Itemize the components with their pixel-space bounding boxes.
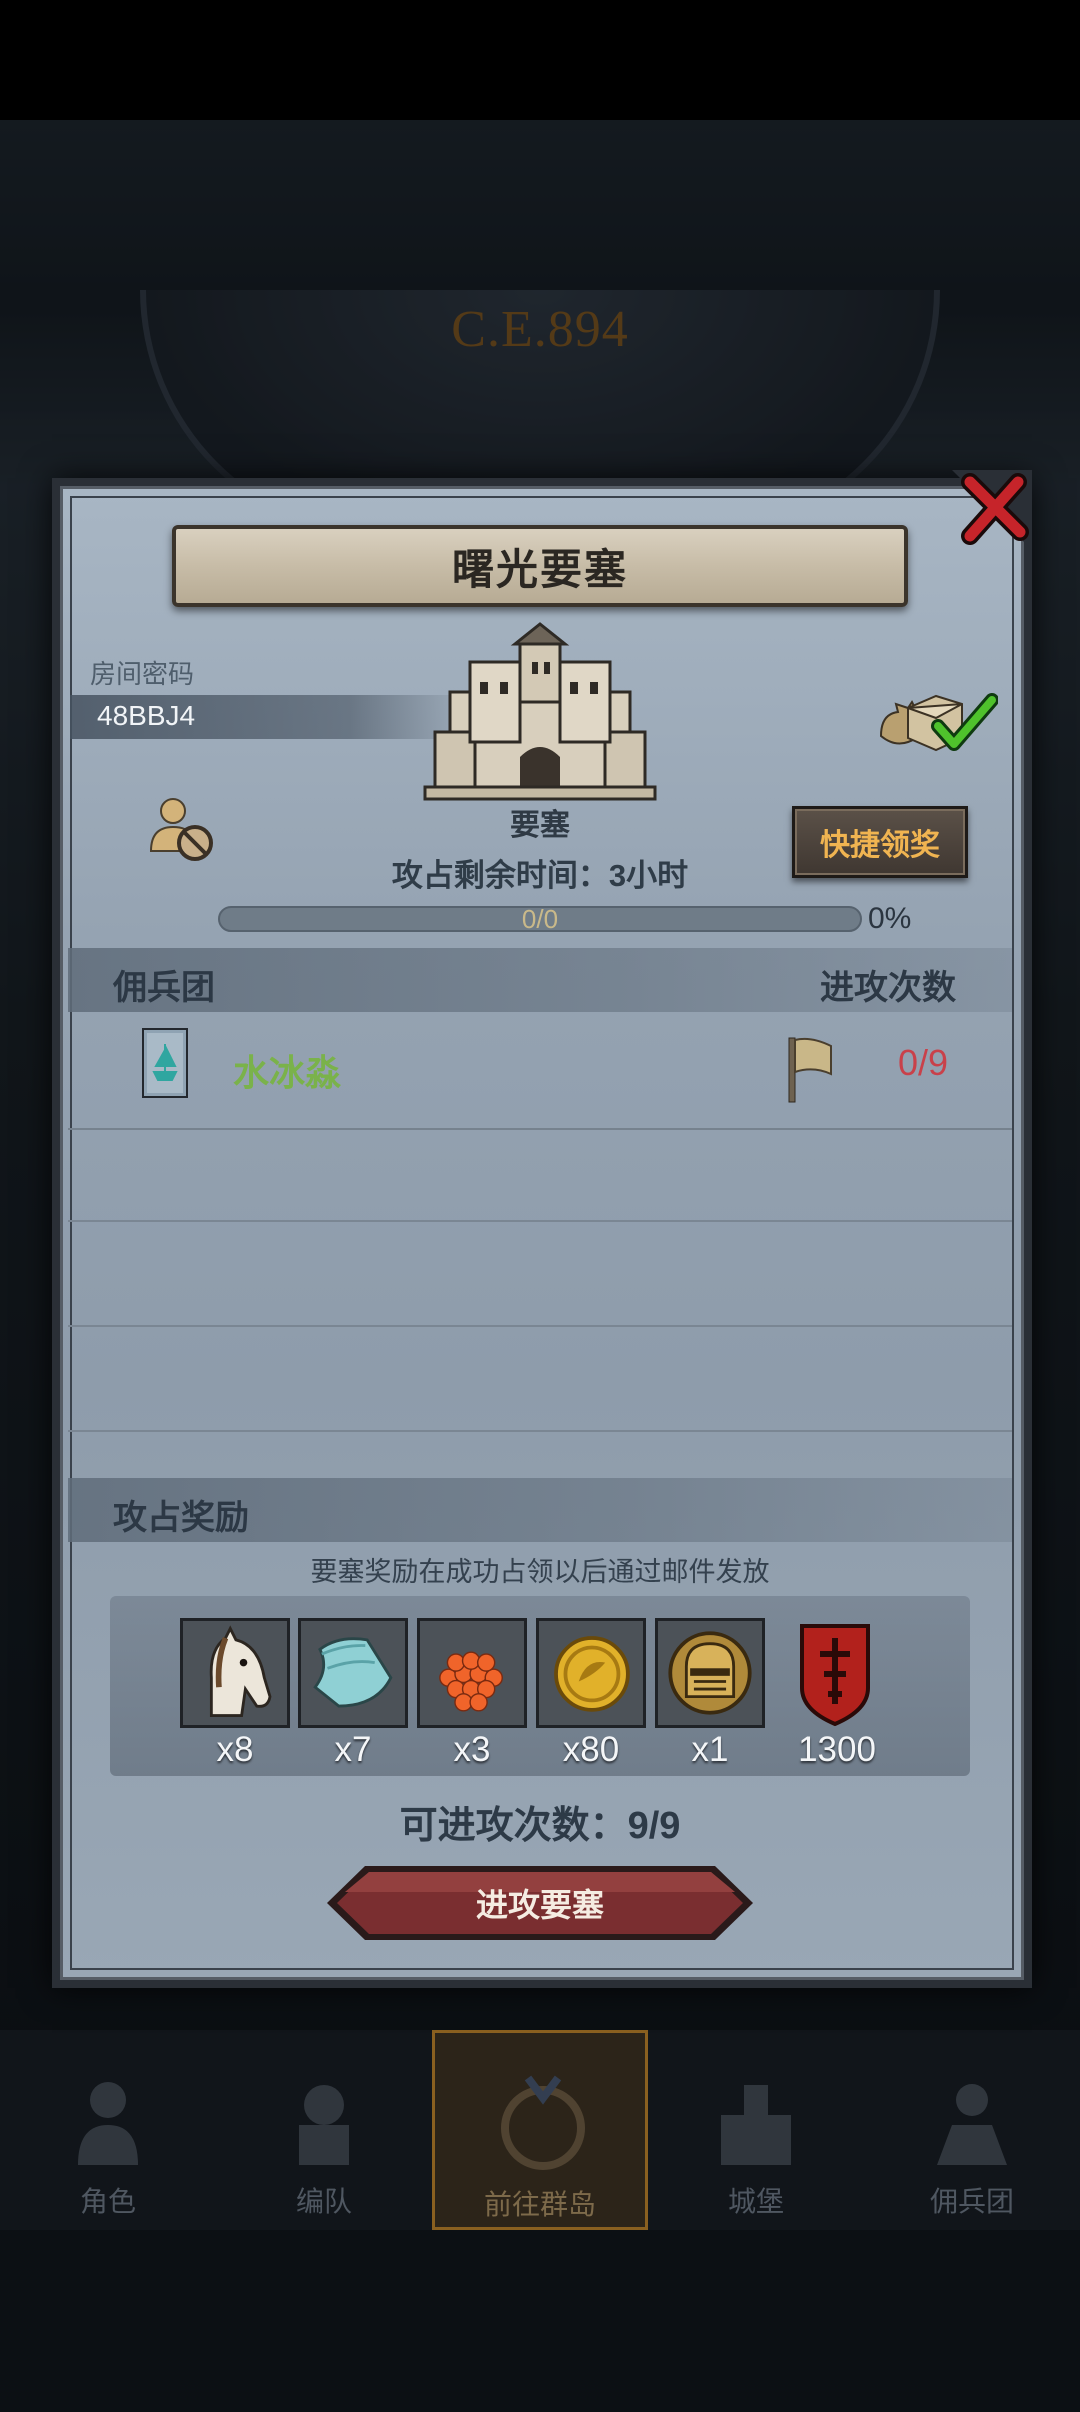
nav-label-mercenary: 佣兵团	[929, 2186, 1014, 2217]
gold-coin-icon[interactable]	[536, 1618, 646, 1728]
status-bar-area	[0, 0, 1080, 120]
occupation-progress-bar: 0/0	[218, 906, 862, 932]
reward-qty: x7	[334, 1730, 372, 1769]
cloth-icon[interactable]	[298, 1618, 408, 1728]
attack-fortress-button[interactable]: 进攻要塞	[325, 1864, 755, 1942]
room-code[interactable]: 48BBJ4	[97, 700, 195, 732]
attack-button-label: 进攻要塞	[475, 1887, 604, 1923]
mercenary-icon	[937, 2084, 1007, 2165]
guild-attack-count: 0/9	[898, 1042, 949, 1083]
red-shield-banner-icon[interactable]	[780, 1618, 890, 1728]
bottom-area	[0, 2230, 1080, 2412]
formation-icon	[299, 2085, 349, 2165]
reward-qty: x1	[691, 1730, 729, 1769]
remaining-time: 攻占剩余时间：3小时	[391, 858, 689, 893]
quick-claim-label: 快捷领奖	[820, 829, 940, 862]
room-code-label: 房间密码	[90, 659, 195, 689]
nav-label-castle: 城堡	[727, 2186, 784, 2217]
fortress-label: 要塞	[510, 809, 570, 842]
delivered-check-icon	[879, 693, 998, 752]
islands-icon	[501, 2075, 585, 2170]
progress-text: 0/0	[521, 904, 559, 934]
nav-label-character: 角色	[79, 2186, 136, 2217]
rewards-header: 攻占奖励	[113, 1499, 249, 1537]
nav-item-formation[interactable]: 编队	[216, 2030, 432, 2230]
castle-icon	[721, 2085, 791, 2165]
nav-item-mercenary[interactable]: 佣兵团	[864, 2030, 1080, 2230]
character-icon	[78, 2082, 138, 2165]
attack-count-header: 进攻次数	[820, 969, 956, 1007]
close-icon[interactable]	[952, 470, 1032, 550]
guild-row[interactable]: 水冰淼 0/9	[68, 1010, 1012, 1130]
quick-claim-button[interactable]: 快捷领奖	[792, 806, 968, 878]
flag-icon	[788, 1037, 832, 1103]
empty-guild-row	[68, 1325, 1012, 1327]
dialog-title: 曙光要塞	[451, 545, 628, 593]
nav-label-formation: 编队	[295, 2186, 352, 2217]
empty-guild-row	[68, 1430, 1012, 1432]
attacks-remaining: 可进攻次数：9/9	[399, 1805, 681, 1847]
reward-qty: x3	[453, 1730, 491, 1769]
reward-qty: x80	[562, 1730, 620, 1769]
nav-item-islands[interactable]: 前往群岛	[432, 2030, 648, 2230]
reward-qty: x8	[216, 1730, 254, 1769]
guild-name: 水冰淼	[233, 1052, 342, 1093]
title-banner: 曙光要塞	[172, 525, 908, 607]
progress-percent: 0%	[868, 902, 912, 935]
reward-qty: 1300	[798, 1730, 876, 1769]
horse-icon[interactable]	[180, 1618, 290, 1728]
fortress-icon	[423, 622, 657, 801]
rewards-note: 要塞奖励在成功占领以后通过邮件发放	[310, 1557, 770, 1587]
nav-label-islands: 前往群岛	[483, 2189, 596, 2220]
mercenary-header: 佣兵团	[113, 969, 215, 1007]
empty-guild-row	[68, 1220, 1012, 1222]
nav-item-castle[interactable]: 城堡	[648, 2030, 864, 2230]
no-user-icon	[149, 798, 213, 861]
knight-helmet-icon[interactable]	[655, 1618, 765, 1728]
guild-badge-icon	[142, 1028, 188, 1098]
caviar-icon[interactable]	[417, 1618, 527, 1728]
nav-item-character[interactable]: 角色	[0, 2030, 216, 2230]
